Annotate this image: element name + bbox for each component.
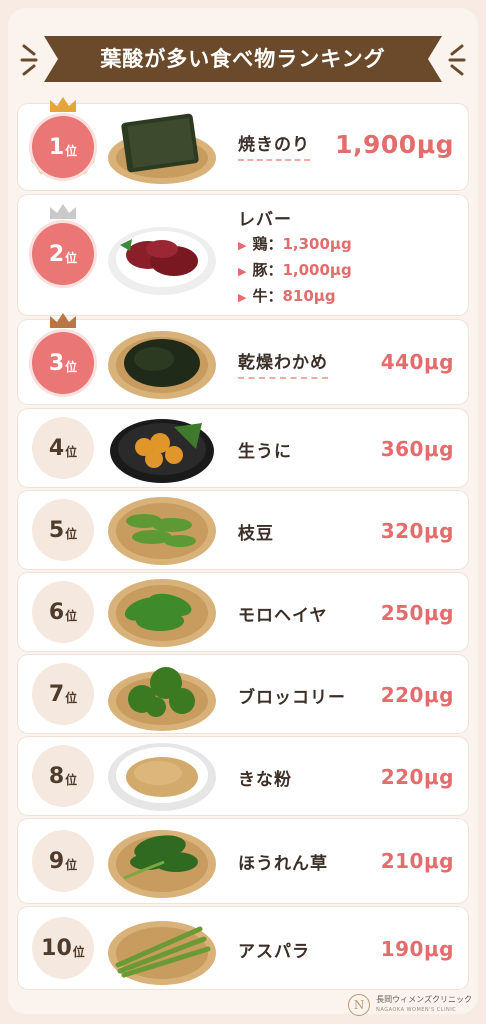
rank-suffix: 位 — [65, 444, 78, 459]
rank-number: 2 — [48, 241, 65, 267]
ranking-card-5: 5位 枝豆 320μg — [18, 491, 468, 569]
clinic-logo: N — [348, 994, 371, 1016]
food-name: きな粉 — [238, 770, 292, 790]
ranking-card-9: 9位 ほうれん草 210μg — [18, 819, 468, 903]
sea-urchin-image — [110, 419, 214, 483]
food-name: ブロッコリー — [238, 688, 346, 708]
folate-value: 250μg — [380, 601, 454, 625]
rank-number: 5 — [48, 517, 65, 543]
triangle-right-icon: ▶ — [238, 265, 247, 278]
ranking-card-8: 8位 きな粉 220μg — [18, 737, 468, 815]
title-ribbon: 葉酸が多い食べ物ランキング — [44, 34, 442, 84]
rank-suffix: 位 — [72, 944, 85, 959]
moroheiya-image — [108, 579, 216, 647]
rank-suffix: 位 — [65, 690, 78, 705]
wakame-image — [108, 331, 216, 399]
nori-image — [108, 113, 216, 184]
folate-value: 190μg — [380, 937, 454, 961]
gold-crown-icon — [50, 97, 76, 112]
rank-badge: 3位 — [32, 332, 94, 394]
liver-image — [108, 227, 216, 295]
food-name: アスパラ — [238, 942, 310, 962]
food-name: モロヘイヤ — [238, 606, 328, 626]
sparkle-right-icon — [448, 44, 466, 76]
ranking-card-2: 2位 レバー ▶ 鶏：1,300μg ▶ 豚：1,000μg ▶ 牛：810μg — [18, 195, 468, 315]
asparagus-image — [108, 921, 216, 985]
clinic-name-en: NAGAOKA WOMEN'S CLINIC — [376, 1007, 457, 1013]
ranking-card-3: 3位 乾燥わかめ 440μg — [18, 313, 468, 404]
food-name: 生うに — [238, 442, 292, 462]
ranking-card-10: 10 位 アスパラ 190μg — [18, 907, 468, 989]
spinach-image — [108, 830, 216, 898]
page-title: 葉酸が多い食べ物ランキング — [100, 47, 386, 71]
folate-value: 220μg — [380, 765, 454, 789]
rank-number: 1 — [48, 134, 65, 160]
rank-suffix: 位 — [65, 857, 78, 872]
sparkle-left-icon — [20, 44, 38, 76]
rank-badge: 2位 — [32, 223, 94, 285]
rank-suffix: 位 — [65, 608, 78, 623]
triangle-right-icon: ▶ — [238, 239, 247, 252]
rank-suffix: 位 — [65, 143, 78, 158]
folate-value: 360μg — [380, 437, 454, 461]
sub-item-beef: ▶ 牛：810μg — [238, 287, 336, 305]
folate-value: 440μg — [380, 350, 454, 374]
rank-badge: 4位 — [32, 417, 94, 479]
edamame-image — [108, 497, 216, 565]
sub-item-chicken: ▶ 鶏：1,300μg — [238, 235, 352, 253]
rank-suffix: 位 — [65, 359, 78, 374]
rank-number: 10 — [41, 935, 72, 961]
bronze-crown-icon — [50, 313, 76, 328]
rank-badge: 9位 — [32, 830, 94, 892]
folate-value: 320μg — [380, 519, 454, 543]
rank-badge: 6位 — [32, 581, 94, 643]
rank-number: 4 — [48, 435, 65, 461]
folate-value: 1,900μg — [335, 130, 454, 159]
ranking-card-1: 1位 焼きのり 1,900μg — [18, 97, 468, 190]
sub-item-pork: ▶ 豚：1,000μg — [238, 261, 352, 279]
rank-badge: 10 位 — [32, 917, 94, 979]
rank-suffix: 位 — [65, 526, 78, 541]
rank-number: 9 — [48, 848, 65, 874]
food-name: レバー — [238, 210, 292, 230]
rank-badge: 7位 — [32, 663, 94, 725]
rank-badge: 1位 — [32, 116, 94, 178]
folate-value: 220μg — [380, 683, 454, 707]
folate-value: 210μg — [380, 849, 454, 873]
food-name: 枝豆 — [238, 524, 274, 544]
clinic-name: 長岡ウィメンズクリニック — [376, 995, 472, 1004]
ranking-card-7: 7位 ブロッコリー 220μg — [18, 655, 468, 733]
food-name: ほうれん草 — [238, 854, 328, 874]
rank-number: 3 — [48, 350, 65, 376]
rank-suffix: 位 — [65, 772, 78, 787]
kinako-image — [108, 743, 216, 811]
rank-suffix: 位 — [65, 250, 78, 265]
rank-number: 7 — [48, 681, 65, 707]
rank-number: 8 — [48, 763, 65, 789]
broccoli-image — [108, 667, 216, 731]
ranking-card-4: 4位 生うに 360μg — [18, 409, 468, 487]
ranking-card-6: 6位 モロヘイヤ 250μg — [18, 573, 468, 651]
rank-badge: 8位 — [32, 745, 94, 807]
silver-crown-icon — [50, 204, 76, 219]
clinic-footer: N 長岡ウィメンズクリニック NAGAOKA WOMEN'S CLINIC — [348, 994, 472, 1016]
food-name: 乾燥わかめ — [238, 348, 328, 379]
triangle-right-icon: ▶ — [238, 291, 247, 304]
rank-number: 6 — [48, 599, 65, 625]
food-name: 焼きのり — [238, 130, 310, 161]
rank-badge: 5位 — [32, 499, 94, 561]
